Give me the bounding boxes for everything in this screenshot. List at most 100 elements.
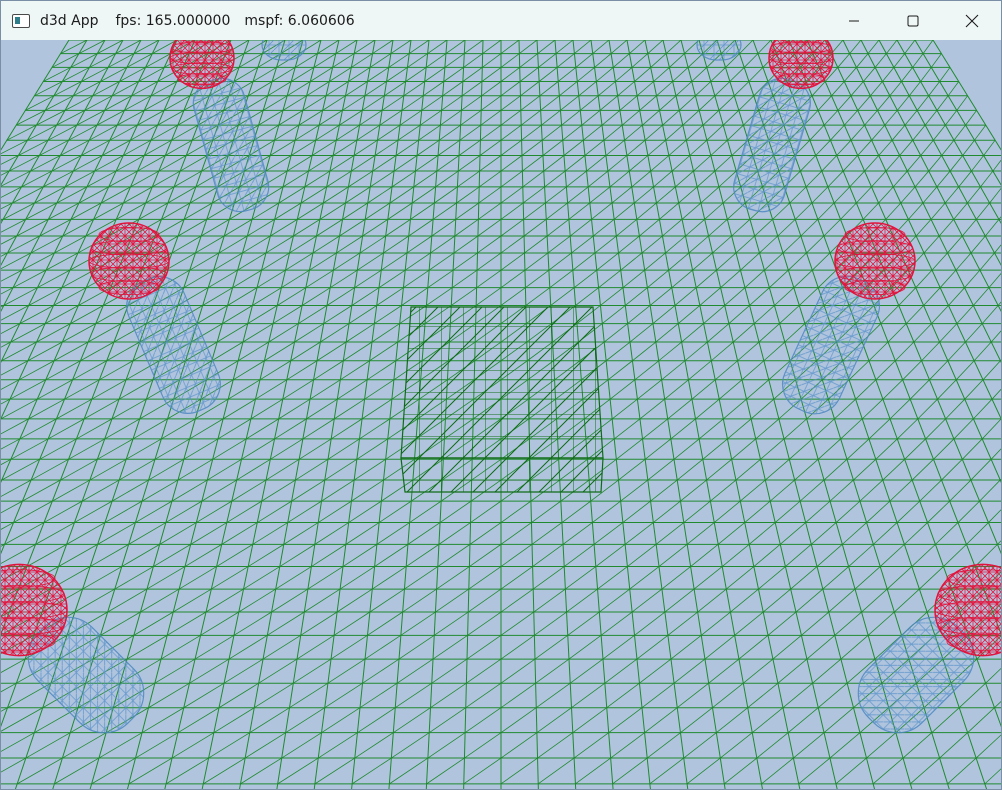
render-viewport[interactable] [1, 40, 1001, 789]
grid-diagonal-line [823, 110, 839, 126]
grid-diagonal-line [391, 170, 416, 188]
grid-diagonal-line [602, 635, 635, 660]
grid-diagonal-line [300, 611, 338, 636]
grid-diagonal-line [68, 438, 105, 460]
grid-diagonal-line [886, 566, 913, 590]
grid-diagonal-line [415, 155, 439, 172]
grid-diagonal-line [432, 202, 457, 220]
grid-diagonal-line [325, 81, 349, 97]
grid-diagonal-line [500, 757, 538, 785]
grid-diagonal-line [560, 95, 580, 111]
grid-diagonal-line [994, 700, 1001, 709]
grid-diagonal-line [665, 235, 686, 254]
grid-diagonal-line [291, 479, 326, 502]
grid-diagonal-line [52, 479, 91, 502]
grid-diagonal-line [874, 53, 887, 68]
grid-diagonal-line [683, 732, 717, 759]
grid-diagonal-line [500, 235, 525, 254]
grid-diagonal-line [324, 458, 358, 481]
grid-diagonal-line [403, 269, 430, 289]
grid-diagonal-line [702, 110, 720, 126]
grid-diagonal-line [315, 124, 340, 141]
grid-diagonal-line [327, 438, 360, 460]
grid-diagonal-line [871, 124, 886, 141]
grid-diagonal-line [842, 522, 867, 545]
minimize-button[interactable] [824, 1, 883, 40]
grid-diagonal-line [627, 305, 651, 324]
grid-diagonal-line [445, 40, 466, 54]
grid-diagonal-line [662, 110, 680, 126]
grid-diagonal-line [255, 379, 287, 400]
grid-diagonal-line [867, 40, 880, 54]
grid-diagonal-line [817, 682, 848, 709]
grid-diagonal-line [735, 235, 755, 254]
grid-diagonal-line [444, 53, 465, 68]
grid-diagonal-line [782, 235, 802, 254]
grid-diagonal-line [957, 500, 980, 523]
grid-diagonal-line [298, 305, 328, 324]
grid-diagonal-line [868, 418, 891, 440]
grid-diagonal-line [470, 500, 502, 523]
title-bar[interactable]: d3d App fps: 165.000000 mspf: 6.060606 [1, 1, 1001, 41]
grid-diagonal-line [656, 186, 676, 204]
grid-diagonal-line [314, 522, 349, 545]
grid-diagonal-line [889, 398, 911, 420]
grid-diagonal-line [830, 124, 845, 141]
close-button[interactable] [942, 1, 1001, 40]
grid-diagonal-line [500, 95, 521, 111]
grid-diagonal-line [22, 479, 61, 502]
grid-diagonal-line [1, 269, 23, 282]
grid-diagonal-line [696, 170, 716, 188]
grid-diagonal-line [598, 269, 621, 288]
grid-diagonal-line [744, 500, 771, 523]
wireframe-scene [1, 40, 1001, 789]
center-box [400, 306, 604, 493]
grid-diagonal-line [697, 588, 727, 613]
grid-diagonal-line [333, 611, 371, 636]
grid-diagonal-line [856, 53, 869, 68]
grid-diagonal-line [795, 588, 824, 613]
grid-diagonal-line [148, 682, 190, 709]
grid-diagonal-line [698, 418, 724, 440]
grid-diagonal-line [395, 682, 432, 709]
maximize-button[interactable] [883, 1, 942, 40]
grid-diagonal-line [500, 186, 524, 204]
grid-diagonal-line [28, 398, 65, 420]
grid-diagonal-line [559, 81, 578, 97]
grid-diagonal-line [500, 252, 525, 271]
grid-diagonal-line [376, 287, 404, 306]
grid-diagonal-line [427, 40, 448, 54]
grid-diagonal-line [914, 170, 930, 188]
grid-diagonal-line [753, 305, 775, 324]
grid-diagonal-line [432, 635, 468, 660]
grid-diagonal-line [519, 53, 538, 68]
grid-diagonal-line [304, 170, 331, 188]
grid-diagonal-line [815, 139, 831, 156]
grid-diagonal-line [345, 186, 371, 204]
minimize-icon [848, 20, 859, 21]
grid-diagonal-line [468, 566, 502, 590]
grid-diagonal-line [609, 379, 636, 400]
grid-diagonal-line [523, 202, 546, 220]
grid-diagonal-line [76, 418, 113, 440]
grid-diagonal-line [211, 566, 249, 590]
grid-diagonal-line [562, 522, 593, 545]
grid-diagonal-line [477, 235, 502, 254]
cylinder-back-left [261, 40, 307, 61]
grid-diagonal-line [428, 707, 466, 734]
grid-diagonal-line [911, 459, 934, 481]
grid-diagonal-line [249, 707, 290, 734]
grid-diagonal-line [902, 360, 922, 381]
grid-diagonal-line [769, 479, 795, 502]
grid-diagonal-line [257, 500, 292, 523]
grid-diagonal-line [456, 186, 480, 204]
app-window-icon [12, 13, 30, 28]
grid-diagonal-line [436, 566, 470, 590]
grid-diagonal-line [457, 170, 480, 188]
grid-diagonal-line [500, 40, 520, 54]
grid-diagonal-line [223, 658, 264, 684]
grid-diagonal-line [425, 53, 447, 68]
grid-diagonal-line [965, 323, 983, 343]
grid-diagonal-line [650, 479, 678, 502]
grid-diagonal-line [863, 67, 876, 82]
